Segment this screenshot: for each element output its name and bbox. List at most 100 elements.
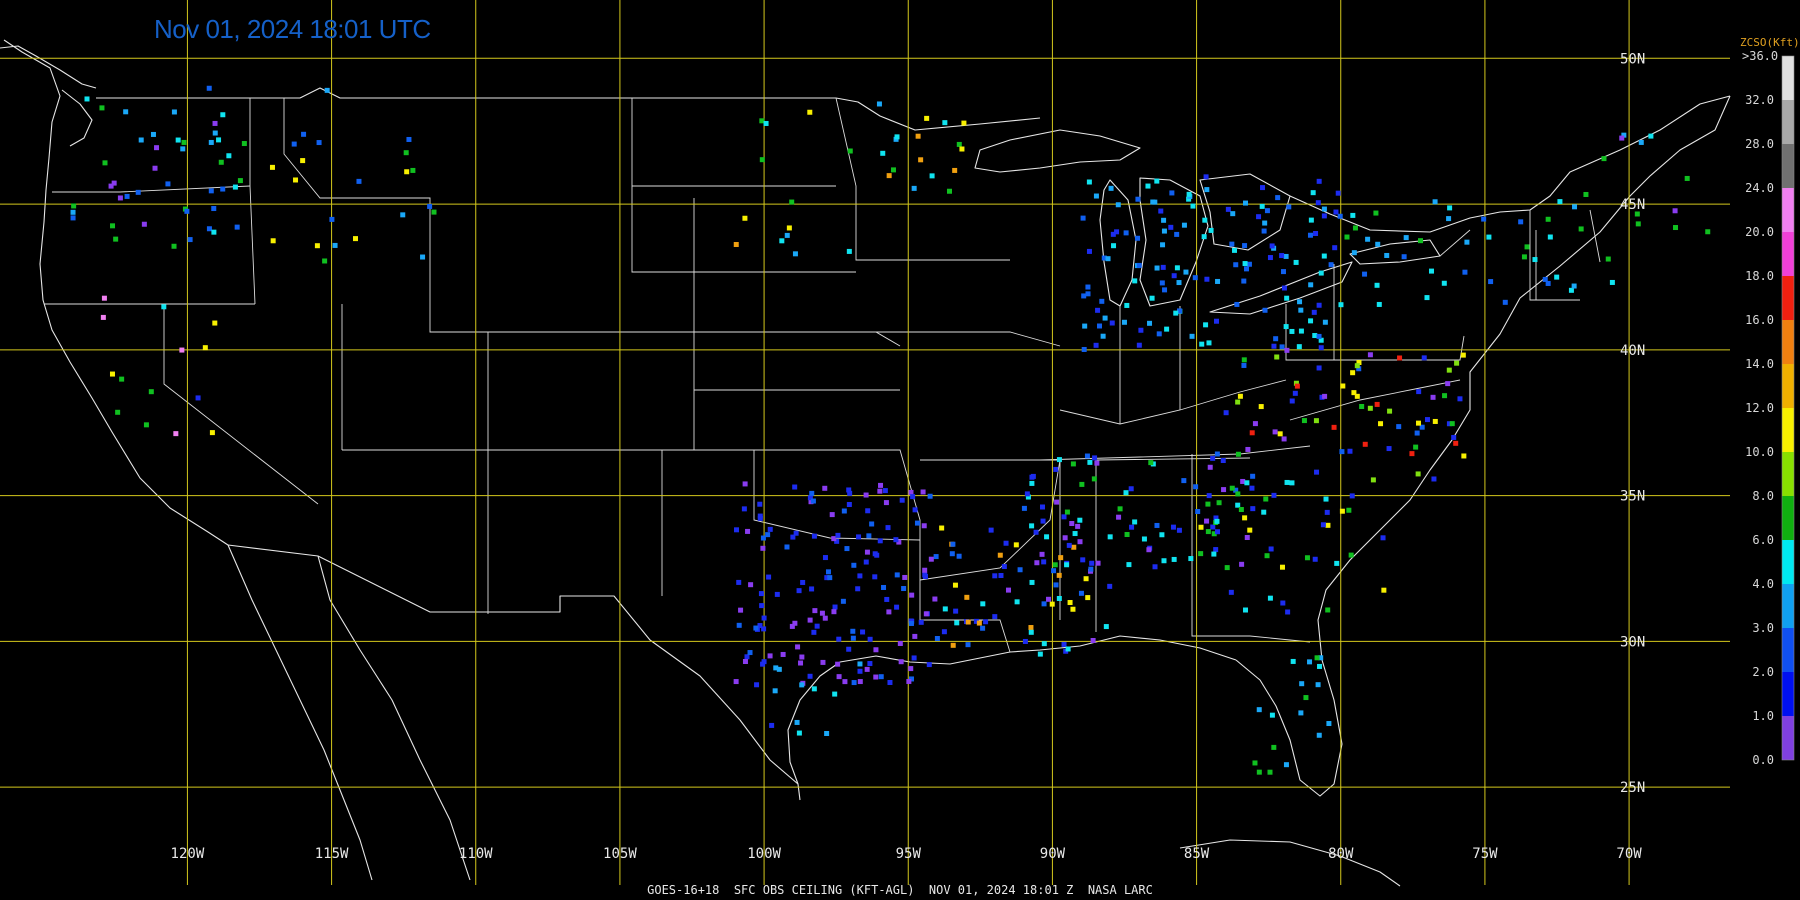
station-marker — [1316, 732, 1322, 738]
station-marker — [329, 216, 335, 222]
station-marker — [1285, 609, 1291, 615]
station-marker — [1297, 299, 1303, 305]
ceiling-observation-map: 50N 45N 40N 35N 30N 25N 120W 115W 110W 105W 100W 95… — [0, 0, 1800, 900]
latitude-label: 35N — [1620, 489, 1645, 505]
station-marker — [1271, 343, 1277, 349]
station-marker — [410, 167, 416, 173]
station-marker — [857, 679, 863, 685]
station-marker — [863, 559, 869, 565]
station-marker — [850, 635, 856, 641]
station-marker — [1284, 479, 1290, 485]
station-marker — [1271, 744, 1277, 750]
station-marker — [1161, 217, 1167, 223]
station-marker — [241, 141, 247, 147]
station-marker — [1147, 320, 1153, 326]
station-marker — [1250, 473, 1256, 479]
station-marker — [1039, 551, 1045, 557]
station-marker — [1084, 453, 1090, 459]
station-marker — [1335, 190, 1341, 196]
station-marker — [1601, 156, 1607, 162]
station-marker — [1312, 556, 1318, 562]
station-marker — [841, 508, 847, 514]
station-marker — [1446, 216, 1452, 222]
station-marker — [1081, 346, 1087, 352]
station-marker — [1066, 542, 1072, 548]
station-marker — [1449, 421, 1455, 427]
station-marker — [1034, 560, 1040, 566]
station-marker — [1373, 210, 1379, 216]
station-marker — [864, 549, 870, 555]
station-marker — [1198, 524, 1204, 530]
station-marker — [1234, 301, 1240, 307]
station-marker — [291, 141, 297, 147]
station-marker — [1337, 213, 1343, 219]
station-marker — [1308, 217, 1314, 223]
station-marker — [855, 586, 861, 592]
station-marker — [825, 569, 831, 575]
station-marker — [1136, 342, 1142, 348]
station-marker — [1231, 247, 1237, 253]
station-marker — [1245, 446, 1251, 452]
station-marker — [1261, 228, 1267, 234]
station-marker — [1030, 473, 1036, 479]
station-marker — [148, 389, 154, 395]
legend-top-label: >36.0 — [1742, 49, 1778, 63]
station-marker — [956, 141, 962, 147]
station-marker — [851, 680, 857, 686]
station-marker — [1304, 555, 1310, 561]
station-marker — [1261, 509, 1267, 515]
station-marker — [779, 238, 785, 244]
station-marker — [774, 591, 780, 597]
station-marker — [807, 673, 813, 679]
legend-color-swatch — [1782, 540, 1794, 584]
station-marker — [1188, 556, 1194, 562]
station-marker — [1648, 133, 1654, 139]
station-marker — [1280, 269, 1286, 275]
station-marker — [736, 579, 742, 585]
station-marker — [867, 661, 873, 667]
station-marker — [1099, 298, 1105, 304]
product-footer: GOES-16+18 SFC OBS CEILING (KFT-AGL) NOV… — [647, 883, 1153, 897]
longitude-label: 105W — [603, 846, 637, 862]
station-marker — [1289, 328, 1295, 334]
station-marker — [1053, 466, 1059, 472]
station-marker — [908, 666, 914, 672]
station-marker — [912, 507, 918, 513]
station-marker — [179, 347, 185, 353]
station-marker — [1298, 328, 1304, 334]
station-marker — [846, 646, 852, 652]
station-marker — [741, 506, 747, 512]
station-marker — [1307, 659, 1313, 665]
station-marker — [1275, 195, 1281, 201]
station-marker — [950, 541, 956, 547]
station-marker — [933, 554, 939, 560]
station-marker — [864, 666, 870, 672]
station-marker — [1189, 333, 1195, 339]
station-marker — [211, 229, 217, 235]
station-marker — [1684, 175, 1690, 181]
station-marker — [1174, 231, 1180, 237]
station-marker — [1168, 224, 1174, 230]
station-marker — [1220, 458, 1226, 464]
station-marker — [138, 137, 144, 143]
station-marker — [1124, 532, 1130, 538]
station-marker — [924, 115, 930, 121]
station-marker — [1056, 595, 1062, 601]
station-marker — [983, 619, 989, 625]
legend-color-swatch — [1782, 276, 1794, 320]
legend-class-label: 2.0 — [1752, 665, 1774, 679]
station-marker — [878, 482, 884, 488]
station-marker — [1193, 484, 1199, 490]
station-marker — [1213, 547, 1219, 553]
station-marker — [1183, 269, 1189, 275]
station-marker — [1396, 424, 1402, 430]
longitude-label: 75W — [1472, 846, 1498, 862]
station-marker — [1174, 265, 1180, 271]
station-marker — [427, 203, 433, 209]
station-marker — [1229, 241, 1235, 247]
station-marker — [1199, 341, 1205, 347]
station-marker — [954, 620, 960, 626]
station-marker — [1214, 529, 1220, 535]
station-marker — [1414, 430, 1420, 436]
station-marker — [1159, 532, 1165, 538]
